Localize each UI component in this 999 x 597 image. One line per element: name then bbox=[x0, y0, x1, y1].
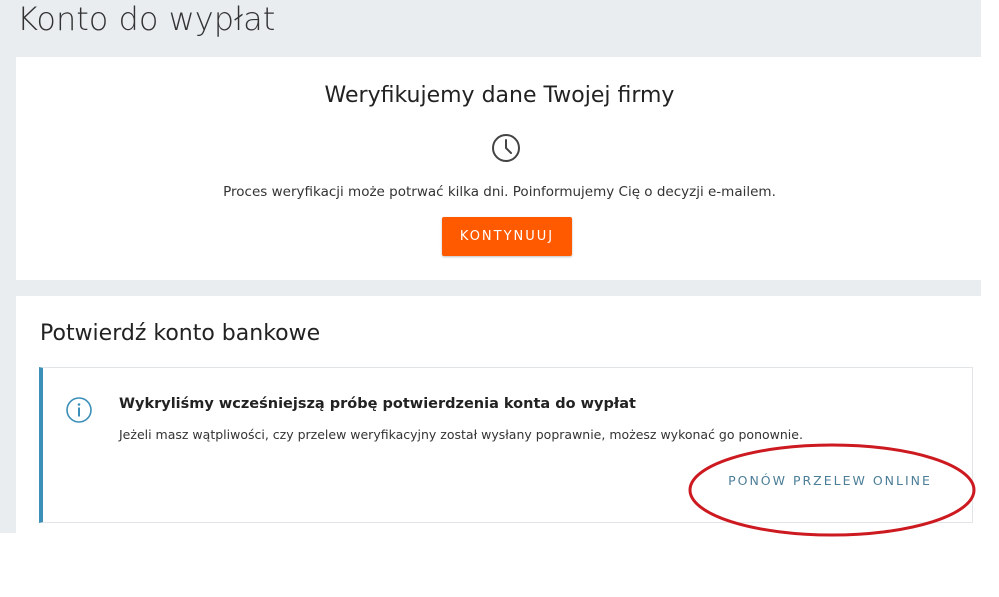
clock-icon bbox=[492, 134, 520, 162]
page-title: Konto do wypłat bbox=[17, 0, 276, 38]
notice-text: Jeżeli masz wątpliwości, czy przelew wer… bbox=[119, 427, 803, 442]
info-icon bbox=[66, 397, 92, 423]
info-notice-box bbox=[39, 367, 973, 523]
continue-button[interactable]: KONTYNUUJ bbox=[442, 217, 572, 256]
retry-transfer-online-button[interactable]: PONÓW PRZELEW ONLINE bbox=[712, 468, 948, 492]
verification-description: Proces weryfikacji może potrwać kilka dn… bbox=[223, 184, 776, 200]
verification-heading: Weryfikujemy dane Twojej firmy bbox=[324, 83, 675, 108]
bank-confirm-heading: Potwierdź konto bankowe bbox=[40, 321, 321, 346]
notice-title: Wykryliśmy wcześniejszą próbę potwierdze… bbox=[119, 396, 636, 412]
